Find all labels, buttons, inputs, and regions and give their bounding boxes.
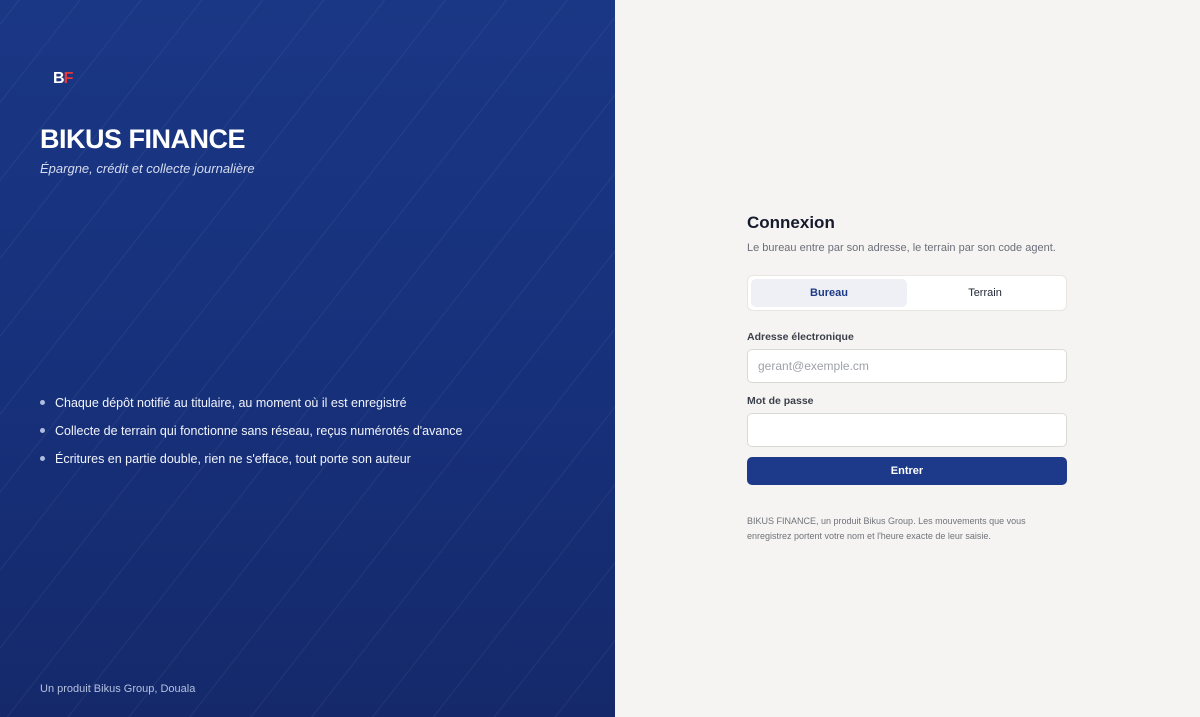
- email-label: Adresse électronique: [747, 331, 854, 343]
- brand-title: BIKUS FINANCE: [40, 124, 246, 154]
- tab-bureau[interactable]: Bureau: [751, 279, 907, 307]
- brand-panel: BF BIKUS FINANCE Épargne, crédit et coll…: [0, 0, 615, 717]
- brand-tagline: Épargne, crédit et collecte journalière: [40, 161, 255, 176]
- legal-note: BIKUS FINANCE, un produit Bikus Group. L…: [747, 516, 1026, 541]
- email-field[interactable]: [747, 349, 1067, 383]
- logo-letter-f: F: [63, 70, 74, 87]
- bullet-dot-icon: [40, 456, 45, 461]
- bullet-dot-icon: [40, 428, 45, 433]
- login-page: BF BIKUS FINANCE Épargne, crédit et coll…: [0, 0, 1200, 717]
- login-subtitle: Le bureau entre par son adresse, le terr…: [747, 242, 1056, 254]
- login-panel: Connexion Le bureau entre par son adress…: [615, 0, 1200, 717]
- brand-footer: Un produit Bikus Group, Douala: [40, 683, 196, 695]
- password-field[interactable]: [747, 413, 1067, 447]
- bullet-dot-icon: [40, 400, 45, 405]
- feature-item: Chaque dépôt notifié au titulaire, au mo…: [40, 394, 462, 422]
- feature-item: Collecte de terrain qui fonctionne sans …: [40, 422, 462, 450]
- submit-button[interactable]: Entrer: [747, 457, 1067, 485]
- feature-text: Écritures en partie double, rien ne s'ef…: [55, 452, 411, 466]
- tab-terrain[interactable]: Terrain: [907, 279, 1063, 307]
- login-mode-tabs: Bureau Terrain: [747, 275, 1067, 311]
- password-label: Mot de passe: [747, 395, 814, 407]
- login-title: Connexion: [747, 213, 835, 232]
- feature-list: Chaque dépôt notifié au titulaire, au mo…: [40, 394, 462, 478]
- feature-text: Collecte de terrain qui fonctionne sans …: [55, 424, 463, 438]
- brand-logo: BF: [53, 70, 74, 87]
- login-form: Connexion Le bureau entre par son adress…: [747, 213, 1067, 544]
- feature-item: Écritures en partie double, rien ne s'ef…: [40, 450, 462, 478]
- feature-text: Chaque dépôt notifié au titulaire, au mo…: [55, 396, 407, 410]
- logo-letter-b: B: [53, 70, 65, 87]
